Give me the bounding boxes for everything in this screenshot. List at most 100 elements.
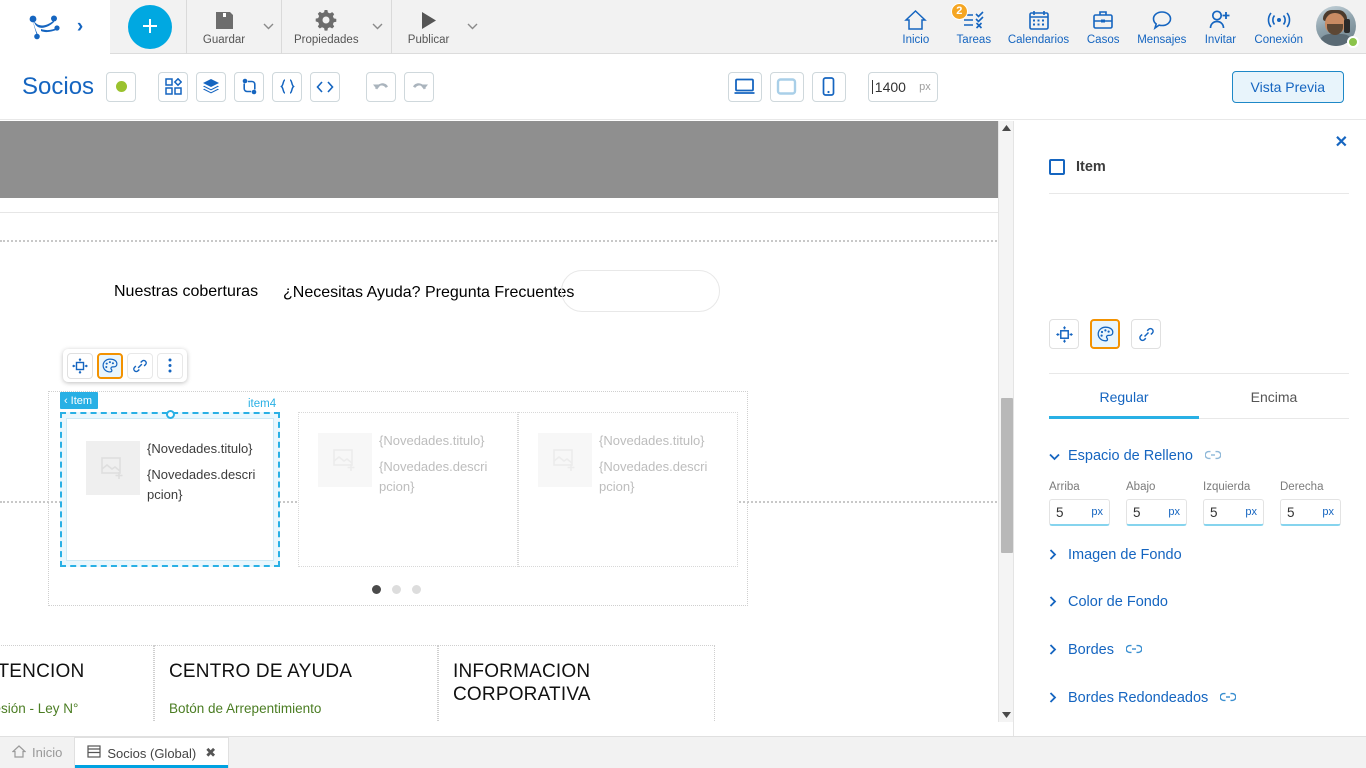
add-button[interactable]: [128, 4, 172, 49]
site-footer-columns: ATENCION hesión - Ley N° sa del Consumid…: [0, 645, 719, 722]
desktop-icon[interactable]: [727, 71, 762, 102]
scroll-up-arrow-icon[interactable]: [999, 121, 1013, 135]
save-label: Guardar: [202, 34, 246, 46]
section-bordes-redondeados[interactable]: Bordes Redondeados: [1049, 689, 1237, 707]
selection-resize-handle[interactable]: [166, 410, 175, 419]
footer-link[interactable]: hesión - Ley N° sa del Consumidor: [0, 699, 139, 722]
nav-item-conexion[interactable]: Conexión: [1249, 0, 1308, 54]
nav-item-inicio[interactable]: Inicio: [887, 0, 945, 54]
news-card-2-desc-line2: pcion}: [379, 479, 415, 494]
padding-field-derecha: Derecha 5 px: [1280, 481, 1341, 526]
green-status-dot[interactable]: [106, 71, 137, 102]
padding-left-input[interactable]: 5 px: [1203, 499, 1264, 526]
palette-icon[interactable]: [1090, 319, 1120, 349]
status-dot-shape: [115, 81, 127, 92]
footer-link[interactable]: Botón de Arrepentimiento Servicio de Ate…: [169, 699, 423, 722]
toolbar-right-nav: Inicio 2 Tareas Calendarios Casos Mensaj…: [887, 0, 1366, 54]
code-tags-icon[interactable]: [310, 71, 341, 102]
layers-stack-icon[interactable]: [196, 71, 227, 102]
padding-fields: Arriba 5 px Abajo 5 px Izquierda 5 px De…: [1049, 481, 1359, 526]
carousel-dot-3[interactable]: [412, 585, 421, 594]
chevron-right-icon: [1049, 643, 1059, 658]
gear-icon: [315, 7, 337, 31]
padding-right-input[interactable]: 5 px: [1280, 499, 1341, 526]
webdev-crown-logo[interactable]: [27, 11, 61, 43]
padding-top-input[interactable]: 5 px: [1049, 499, 1110, 526]
footer-column-atencion[interactable]: ATENCION hesión - Ley N° sa del Consumid…: [0, 645, 154, 722]
avatar[interactable]: [1316, 5, 1359, 48]
device-preview-group: [727, 71, 846, 102]
carousel-dot-1[interactable]: [372, 585, 381, 594]
save-button[interactable]: Guardar: [193, 0, 255, 54]
preview-button[interactable]: Vista Previa: [1231, 70, 1344, 103]
section-title: Bordes Redondeados: [1068, 690, 1209, 706]
canvas-divider: [0, 212, 1013, 213]
chain-link-icon[interactable]: [1219, 689, 1237, 707]
section-bordes[interactable]: Bordes: [1049, 641, 1143, 659]
undo-arrow-icon[interactable]: [366, 71, 397, 102]
link-chain-icon[interactable]: [1131, 319, 1161, 349]
site-nav-link-ayuda[interactable]: ¿Necesitas Ayuda? Pregunta Frecuentes: [283, 284, 574, 302]
close-icon[interactable]: ✖: [205, 745, 216, 761]
nav-label: Casos: [1086, 34, 1120, 46]
move-arrows-icon[interactable]: [1049, 319, 1079, 349]
save-dropdown-caret[interactable]: [255, 0, 281, 54]
parent-selection-tag[interactable]: ‹ Item: [60, 392, 99, 409]
footer-column-centro-ayuda[interactable]: CENTRO DE AYUDA Botón de Arrepentimiento…: [154, 645, 438, 722]
site-nav-cta-button[interactable]: Cotiza ahora: [561, 270, 720, 312]
redo-arrow-icon[interactable]: [404, 71, 435, 102]
properties-button[interactable]: Propiedades: [288, 0, 365, 54]
publish-button[interactable]: Publicar: [398, 0, 460, 54]
person-plus-icon: [1208, 7, 1232, 31]
close-icon[interactable]: ✕: [1335, 135, 1348, 151]
nav-item-casos[interactable]: Casos: [1074, 0, 1132, 54]
main-toolbar: › Guardar Propiedades Publicar Inicio 2 …: [0, 0, 1366, 54]
nav-item-tareas[interactable]: 2 Tareas: [945, 0, 1003, 54]
scroll-down-arrow-icon[interactable]: [999, 708, 1013, 722]
flow-nodes-icon[interactable]: [234, 71, 265, 102]
components-grid-icon[interactable]: [158, 71, 189, 102]
group-label-item4: item4: [248, 398, 277, 410]
online-status-dot: [1347, 35, 1359, 48]
section-espacio-de-relleno[interactable]: Espacio de Relleno: [1049, 447, 1222, 465]
move-arrows-icon[interactable]: [67, 352, 93, 379]
item-checkbox[interactable]: [1049, 159, 1065, 175]
nav-item-mensajes[interactable]: Mensajes: [1132, 0, 1191, 54]
vertical-scroll-thumb[interactable]: [1001, 398, 1013, 553]
chain-link-icon[interactable]: [1204, 447, 1222, 465]
publish-dropdown-caret[interactable]: [460, 0, 486, 54]
curly-braces-icon[interactable]: [272, 71, 303, 102]
news-card-3[interactable]: {Novedades.titulo} {Novedades.descri pci…: [518, 412, 738, 567]
taskbar-tab-socios[interactable]: Socios (Global) ✖: [74, 737, 230, 768]
design-canvas[interactable]: Nuestras coberturas ¿Necesitas Ayuda? Pr…: [0, 121, 1013, 722]
padding-field-izquierda: Izquierda 5 px: [1203, 481, 1264, 526]
canvas-vertical-scrollbar[interactable]: [998, 121, 1013, 722]
news-card-1-inner[interactable]: {Novedades.titulo} {Novedades.descri pci…: [66, 418, 274, 561]
carousel-dot-2[interactable]: [392, 585, 401, 594]
tab-encima[interactable]: Encima: [1199, 389, 1349, 419]
section-imagen-de-fondo[interactable]: Imagen de Fondo: [1049, 547, 1182, 563]
nav-item-calendarios[interactable]: Calendarios: [1003, 0, 1074, 54]
home-outline-icon: [11, 744, 27, 761]
three-dots-vertical-icon[interactable]: [157, 352, 183, 379]
field-value: 5: [1056, 504, 1064, 520]
nav-item-invitar[interactable]: Invitar: [1191, 0, 1249, 54]
canvas-width-input[interactable]: 1400 px: [867, 71, 938, 102]
padding-bottom-input[interactable]: 5 px: [1126, 499, 1187, 526]
tablet-icon[interactable]: [769, 71, 804, 102]
chevron-right-icon[interactable]: ›: [77, 17, 83, 36]
site-nav-link-coberturas[interactable]: Nuestras coberturas: [114, 283, 258, 301]
chain-link-icon[interactable]: [1125, 641, 1143, 659]
link-chain-icon[interactable]: [127, 352, 153, 379]
tab-regular[interactable]: Regular: [1049, 389, 1199, 419]
mobile-icon[interactable]: [811, 71, 846, 102]
field-label: Arriba: [1049, 481, 1080, 493]
section-color-de-fondo[interactable]: Color de Fondo: [1049, 594, 1168, 610]
taskbar-tab-inicio[interactable]: Inicio: [0, 737, 74, 768]
carousel-dots[interactable]: [372, 585, 421, 594]
footer-column-informacion-corporativa[interactable]: INFORMACION CORPORATIVA Institucional Go…: [438, 645, 715, 722]
properties-dropdown-caret[interactable]: [365, 0, 391, 54]
palette-icon[interactable]: [97, 352, 123, 379]
news-card-2[interactable]: {Novedades.titulo} {Novedades.descri pci…: [298, 412, 518, 567]
footer-heading: ATENCION: [0, 661, 85, 682]
